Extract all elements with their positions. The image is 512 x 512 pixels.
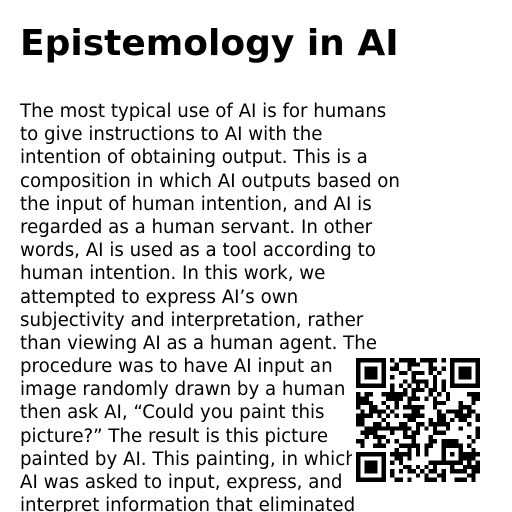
body-line: intention of obtaining output. This is a (20, 147, 368, 169)
body-line: words, AI is used as a tool according to (20, 240, 376, 262)
body-line: human intention. In this work, we (20, 263, 326, 285)
qr-code-icon (356, 358, 480, 482)
body-line: to give instructions to AI with the (20, 124, 323, 146)
body-line: subjectivity and interpretation, rather (20, 309, 364, 331)
document-page: Epistemology in AI The most typical use … (0, 0, 512, 512)
body-line: composition in which AI outputs based on (20, 170, 400, 192)
body-line: interpret information that eliminated (20, 495, 356, 512)
page-title: Epistemology in AI (20, 23, 399, 64)
body-line: The most typical use of AI is for humans (20, 101, 387, 122)
body-line: than viewing AI as a human agent. The (20, 332, 377, 354)
body-line: attempted to express AI’s own (20, 286, 299, 308)
body-line: regarded as a human servant. In other (20, 216, 373, 238)
qr-code[interactable] (352, 355, 483, 486)
body-line: the input of human intention, and AI is (20, 193, 372, 215)
